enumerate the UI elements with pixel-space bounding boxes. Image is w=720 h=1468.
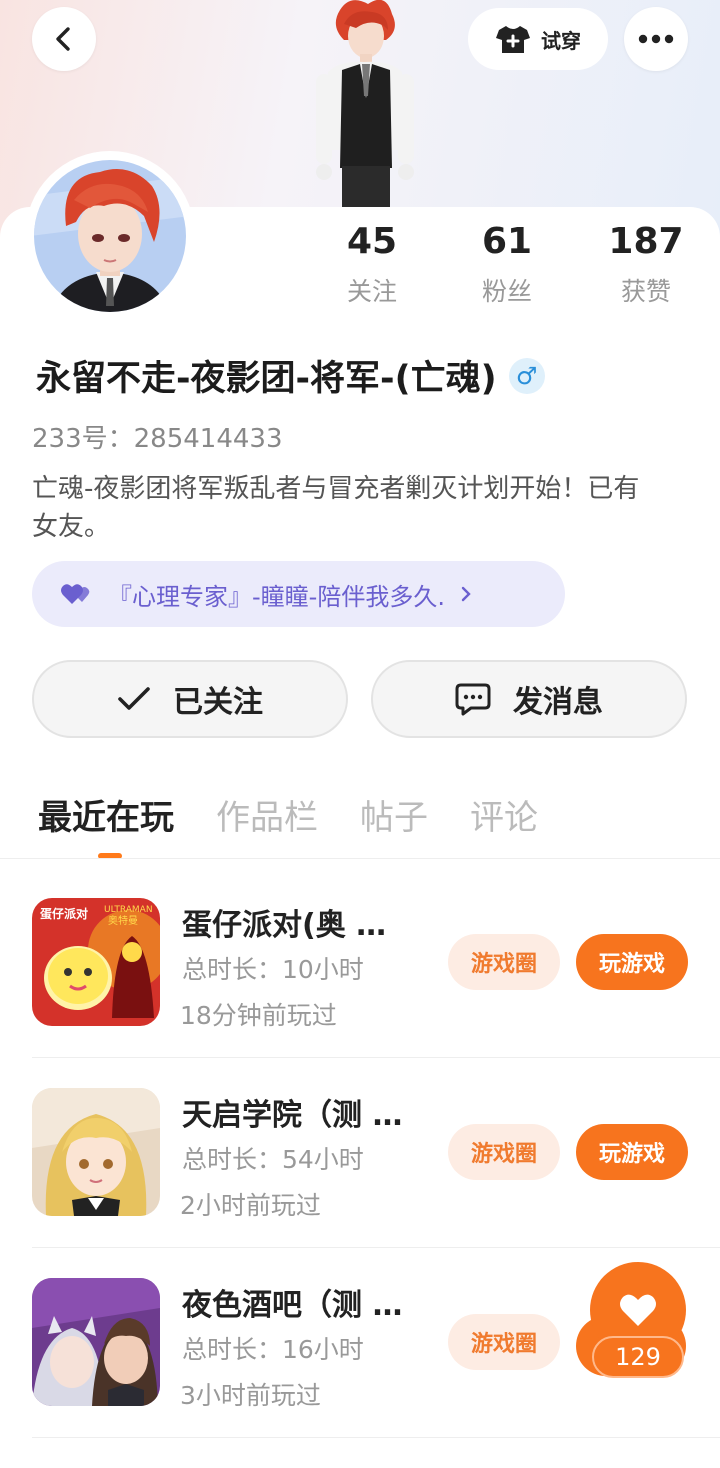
stat-followers-count: 61 (481, 221, 533, 262)
game-title: 夜色酒吧（测 … (182, 1288, 403, 1323)
profile-name-row: 永留不走-夜影团-将军-(亡魂) ♂ (36, 350, 545, 401)
list-divider (32, 1247, 720, 1248)
game-icon-caption: ULTRAMAN (104, 905, 153, 915)
heart-icon (620, 1294, 656, 1326)
avatar-character-figure (316, 0, 414, 210)
tshirt-plus-icon (496, 26, 530, 53)
send-message-label: 发消息 (513, 685, 603, 720)
stat-following-count: 45 (346, 221, 398, 262)
try-on-button[interactable]: 试穿 (468, 8, 608, 70)
chevron-right-icon (461, 586, 471, 602)
stat-likes-label: 获赞 (620, 277, 671, 306)
relationship-tag-label: 『心理专家』-瞳瞳-陪伴我多久. (108, 582, 445, 611)
tab-recently-played[interactable]: 最近在玩 (38, 790, 174, 839)
stat-likes[interactable]: 187 获赞 (586, 220, 706, 308)
stat-likes-count: 187 (608, 221, 684, 262)
game-icon-tianqi-academy (32, 1088, 160, 1216)
user-id[interactable]: 233号：285414433 (32, 418, 283, 455)
more-button[interactable] (624, 7, 688, 71)
game-circle-button[interactable]: 游戏圈 (448, 1314, 560, 1370)
game-last-played: 2小时前玩过 (180, 1191, 321, 1220)
tab-works[interactable]: 作品栏 (216, 790, 318, 839)
send-message-button[interactable]: 发消息 (371, 660, 687, 738)
stat-followers[interactable]: 61 粉丝 (447, 220, 567, 308)
game-icon-eggy-party: 蛋仔派对 ULTRAMAN 奥特曼 (32, 898, 160, 1026)
list-item[interactable]: 天启学院（测 … 总时长：54小时 2小时前玩过 游戏圈 玩游戏 (32, 1088, 688, 1278)
game-title: 天启学院（测 … (182, 1098, 403, 1133)
game-total-duration: 总时长：10小时 (182, 955, 364, 984)
game-title: 蛋仔派对(奥 … (182, 908, 387, 943)
list-divider (32, 1057, 720, 1058)
profile-tabs: 最近在玩 作品栏 帖子 评论 (38, 790, 538, 839)
like-count: 129 (592, 1336, 684, 1378)
game-icon-night-bar (32, 1278, 160, 1406)
list-item[interactable]: 蛋仔派对 ULTRAMAN 奥特曼 蛋仔派对(奥 … 总时长：10小时 18分钟… (32, 898, 688, 1088)
followed-button[interactable]: 已关注 (32, 660, 348, 738)
game-total-duration: 总时长：16小时 (182, 1335, 364, 1364)
double-heart-icon (61, 584, 90, 604)
list-divider (32, 1437, 720, 1438)
chevron-left-icon (56, 27, 70, 51)
play-game-button[interactable]: 玩游戏 (576, 934, 688, 990)
avatar[interactable] (30, 156, 190, 316)
play-game-button[interactable]: 玩游戏 (576, 1124, 688, 1180)
tab-divider (0, 858, 720, 859)
stat-following-label: 关注 (346, 277, 397, 306)
stat-following[interactable]: 45 关注 (312, 220, 432, 308)
check-icon (118, 687, 150, 710)
avatar-image (34, 160, 186, 312)
game-last-played: 3小时前玩过 (180, 1381, 321, 1410)
game-total-duration: 总时长：54小时 (182, 1145, 364, 1174)
game-circle-button[interactable]: 游戏圈 (448, 934, 560, 990)
game-circle-button[interactable]: 游戏圈 (448, 1124, 560, 1180)
stat-followers-label: 粉丝 (481, 277, 532, 306)
game-icon-caption: 蛋仔派对 (40, 906, 88, 921)
relationship-tag[interactable]: 『心理专家』-瞳瞳-陪伴我多久. (32, 561, 565, 627)
followed-label: 已关注 (173, 685, 263, 720)
tab-comments[interactable]: 评论 (470, 790, 538, 839)
profile-bio: 亡魂-夜影团将军叛乱者与冒充者剿灭计划开始！已有女友。 (32, 474, 640, 542)
try-on-label: 试穿 (541, 28, 581, 53)
tab-posts[interactable]: 帖子 (360, 790, 428, 839)
profile-name: 永留不走-夜影团-将军-(亡魂) (36, 359, 497, 399)
more-dots-icon (638, 34, 674, 44)
chat-bubble-icon (455, 683, 491, 716)
game-icon-caption: 奥特曼 (108, 914, 138, 927)
male-gender-icon: ♂ (508, 357, 545, 394)
game-last-played: 18分钟前玩过 (180, 1001, 337, 1030)
back-button[interactable] (32, 7, 96, 71)
